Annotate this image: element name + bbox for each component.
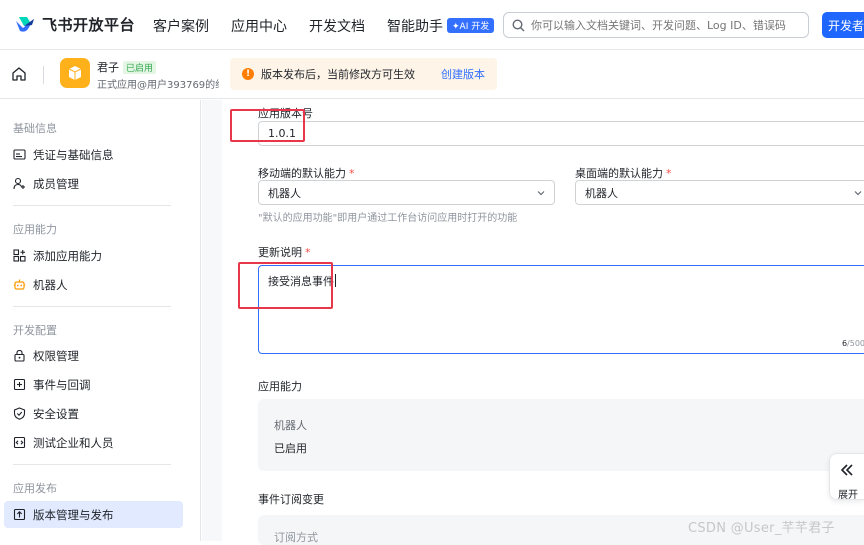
text-cursor — [335, 274, 336, 287]
sidebar-item-label: 事件与回调 — [33, 377, 91, 392]
desktop-default-label-text: 桌面端的默认能力 — [575, 167, 663, 180]
event-subscription-title: 事件订阅变更 — [258, 493, 324, 506]
brand-name: 飞书开放平台 — [42, 16, 136, 34]
sidebar-item-events[interactable]: 事件与回调 — [4, 371, 183, 398]
subscription-method-label: 订阅方式 — [274, 531, 318, 544]
nav-smart-assistant[interactable]: 智能助手 ✦AI 开发 — [387, 16, 495, 36]
top-navigation-bar: 飞书开放平台 客户案例 应用中心 开发文档 智能助手 ✦AI 开发 开发者后 — [0, 0, 864, 50]
notice-text: 版本发布后，当前修改方可生效 — [261, 68, 415, 81]
desktop-default-label: 桌面端的默认能力 * — [575, 167, 672, 180]
feishu-logo-icon — [16, 16, 34, 32]
chevron-down-icon — [854, 191, 862, 196]
sidebar-item-version-release[interactable]: 版本管理与发布 — [4, 501, 183, 528]
expand-label: 展开 — [838, 490, 858, 501]
sidebar-item-label: 权限管理 — [33, 348, 79, 363]
mobile-default-select[interactable]: 机器人 — [258, 180, 555, 205]
shield-icon — [13, 407, 26, 420]
robot-icon — [13, 279, 26, 290]
nav-dev-docs[interactable]: 开发文档 — [309, 16, 365, 36]
id-card-icon — [13, 149, 26, 160]
divider — [43, 66, 44, 84]
search-box[interactable] — [503, 12, 809, 38]
sidebar-item-bot[interactable]: 机器人 — [4, 271, 183, 298]
upload-icon — [13, 508, 26, 521]
mobile-default-label-text: 移动端的默认能力 — [258, 167, 346, 180]
release-notes-textarea[interactable]: 接受消息事件 6/500 — [258, 265, 864, 354]
notes-label-text: 更新说明 — [258, 246, 302, 259]
sidebar-section-capability: 应用能力 — [13, 223, 57, 236]
event-plus-icon — [13, 378, 26, 391]
lock-icon — [14, 349, 25, 362]
app-name-text: 君子 — [97, 61, 119, 74]
sidebar-item-security[interactable]: 安全设置 — [4, 400, 183, 427]
sidebar-item-permissions[interactable]: 权限管理 — [4, 342, 183, 369]
sidebar-section-dev-config: 开发配置 — [13, 324, 57, 337]
sidebar-item-label: 版本管理与发布 — [33, 507, 114, 522]
app-status-badge: 已启用 — [123, 61, 157, 74]
highlight-notes-box — [238, 262, 333, 309]
sidebar-item-test-tenants[interactable]: 测试企业和人员 — [4, 429, 183, 456]
version-form-card: 应用版本号 1.0.1 移动端的默认能力 * 机器人 桌面端的默认能力 * 机器人 … — [222, 100, 864, 545]
sidebar-item-credentials[interactable]: 凭证与基础信息 — [4, 141, 183, 168]
default-capability-hint: "默认的应用功能"即用户通过工作台访问应用时打开的功能 — [258, 213, 518, 224]
ai-dev-badge: ✦AI 开发 — [447, 18, 495, 33]
nav-customer-cases[interactable]: 客户案例 — [153, 16, 209, 36]
sidebar-item-label: 成员管理 — [33, 176, 79, 191]
create-version-link[interactable]: 创建版本 — [441, 66, 485, 82]
capability-box: 机器人 已启用 — [258, 399, 864, 471]
main-content: 应用版本号 1.0.1 移动端的默认能力 * 机器人 桌面端的默认能力 * 机器人 … — [202, 100, 864, 545]
code-icon — [13, 436, 26, 449]
desktop-default-value: 机器人 — [585, 186, 618, 200]
watermark: CSDN @User_芊芊君子 — [688, 521, 835, 536]
app-org-subtitle: 正式应用@用户393769的组织 — [97, 80, 219, 91]
expand-panel-button[interactable]: 展开 — [829, 453, 864, 501]
user-add-icon — [13, 177, 25, 190]
sidebar-section-release: 应用发布 — [13, 482, 57, 495]
capability-name: 机器人 — [274, 419, 307, 432]
box-icon — [68, 66, 82, 80]
double-chevron-left-icon — [840, 464, 853, 476]
chevron-down-icon — [537, 191, 545, 196]
grid-add-icon — [13, 249, 26, 262]
capability-status: 已启用 — [274, 442, 307, 455]
sidebar-item-label: 安全设置 — [33, 406, 79, 421]
brand-logo[interactable]: 飞书开放平台 — [14, 14, 135, 35]
sidebar-section-basic: 基础信息 — [13, 122, 57, 135]
app-name: 君子 已启用 — [97, 59, 157, 75]
app-avatar — [60, 58, 90, 88]
sidebar: 基础信息 凭证与基础信息 成员管理 应用能力 添加应用能力 机器人 开发配置 权… — [0, 100, 201, 541]
version-input[interactable]: 1.0.1 — [258, 121, 864, 146]
publish-notice-banner: ! 版本发布后，当前修改方可生效 创建版本 — [230, 58, 497, 90]
capability-section-title: 应用能力 — [258, 380, 302, 393]
notes-label: 更新说明 * — [258, 246, 311, 259]
sidebar-item-label: 添加应用能力 — [33, 248, 102, 263]
mobile-default-value: 机器人 — [268, 186, 301, 200]
main-nav: 客户案例 应用中心 开发文档 智能助手 ✦AI 开发 — [153, 16, 516, 36]
developer-console-button[interactable]: 开发者后 — [822, 12, 864, 38]
sidebar-item-label: 凭证与基础信息 — [33, 147, 114, 162]
home-icon[interactable] — [11, 66, 27, 82]
search-input[interactable] — [531, 18, 801, 32]
sidebar-divider — [13, 205, 171, 206]
char-counter: 6/500 — [842, 339, 864, 348]
desktop-default-select[interactable]: 机器人 — [575, 180, 864, 205]
highlight-version-box — [230, 109, 305, 142]
mobile-default-label: 移动端的默认能力 * — [258, 167, 355, 180]
sidebar-item-label: 测试企业和人员 — [33, 435, 114, 450]
nav-app-center[interactable]: 应用中心 — [231, 16, 287, 36]
sidebar-divider — [13, 464, 171, 465]
warning-icon: ! — [242, 68, 254, 80]
sidebar-item-members[interactable]: 成员管理 — [4, 170, 183, 197]
char-max: /500 — [847, 339, 864, 348]
sidebar-item-label: 机器人 — [33, 277, 68, 292]
sidebar-divider — [13, 306, 171, 307]
nav-smart-assistant-label: 智能助手 — [387, 19, 443, 35]
sidebar-item-add-capability[interactable]: 添加应用能力 — [4, 242, 183, 269]
search-icon — [512, 18, 525, 31]
